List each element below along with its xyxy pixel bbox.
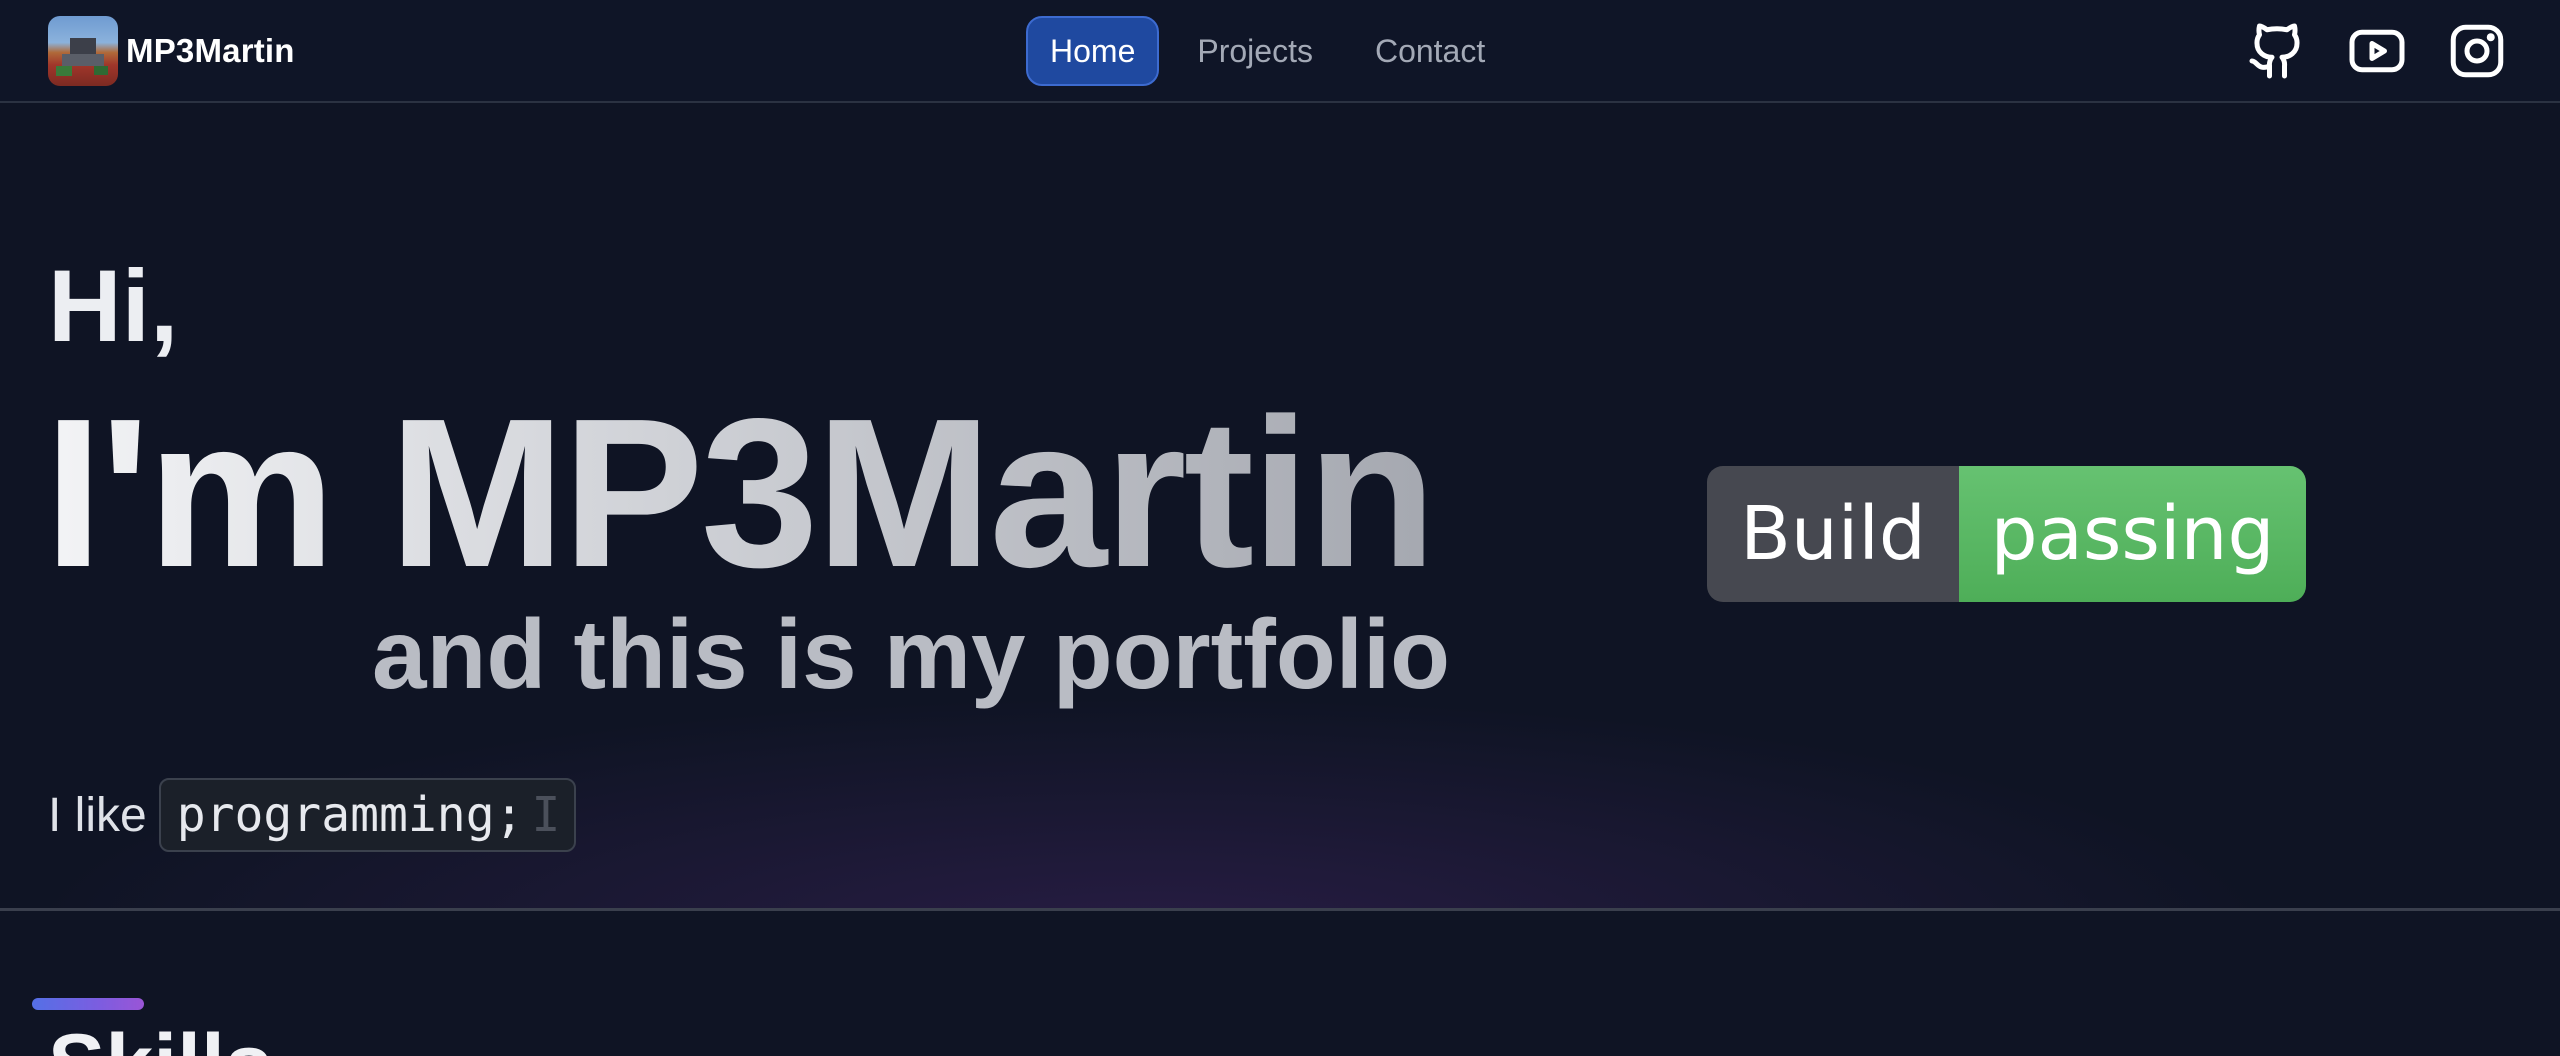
brand-link[interactable]: MP3Martin <box>48 16 295 86</box>
nav-link-home[interactable]: Home <box>1026 16 1160 86</box>
hero-headline: I'm MP3Martin <box>44 374 1437 611</box>
hero-subtitle: and this is my portfolio <box>372 599 1451 709</box>
nav-link-projects[interactable]: Projects <box>1173 16 1337 86</box>
youtube-icon[interactable] <box>2346 20 2408 82</box>
like-prefix: I like <box>48 788 147 842</box>
build-status-badge: Build passing <box>1707 466 2306 602</box>
nav-links: Home Projects Contact <box>1026 15 1509 87</box>
navbar: MP3Martin Home Projects Contact <box>0 0 2560 103</box>
hero-greeting: Hi, <box>48 249 179 363</box>
social-links <box>2246 20 2508 82</box>
typing-text: programming; <box>176 787 524 843</box>
nav-link-contact[interactable]: Contact <box>1351 16 1509 86</box>
typing-code-box: programming; I <box>158 778 577 852</box>
badge-label: Build <box>1707 466 1959 602</box>
badge-status: passing <box>1959 466 2306 602</box>
brand-logo <box>48 16 118 86</box>
brand-name: MP3Martin <box>126 32 295 69</box>
github-icon[interactable] <box>2246 20 2308 82</box>
skills-accent-bar <box>32 998 144 1010</box>
skills-heading: Skills <box>48 1022 273 1056</box>
page: MP3Martin Home Projects Contact Hi, I'm … <box>0 0 2560 1056</box>
hero-section: Hi, I'm MP3Martin and this is my portfol… <box>0 105 2560 911</box>
like-row: I like programming; I <box>48 778 577 852</box>
instagram-icon[interactable] <box>2446 20 2508 82</box>
text-cursor-icon: I <box>531 787 561 843</box>
